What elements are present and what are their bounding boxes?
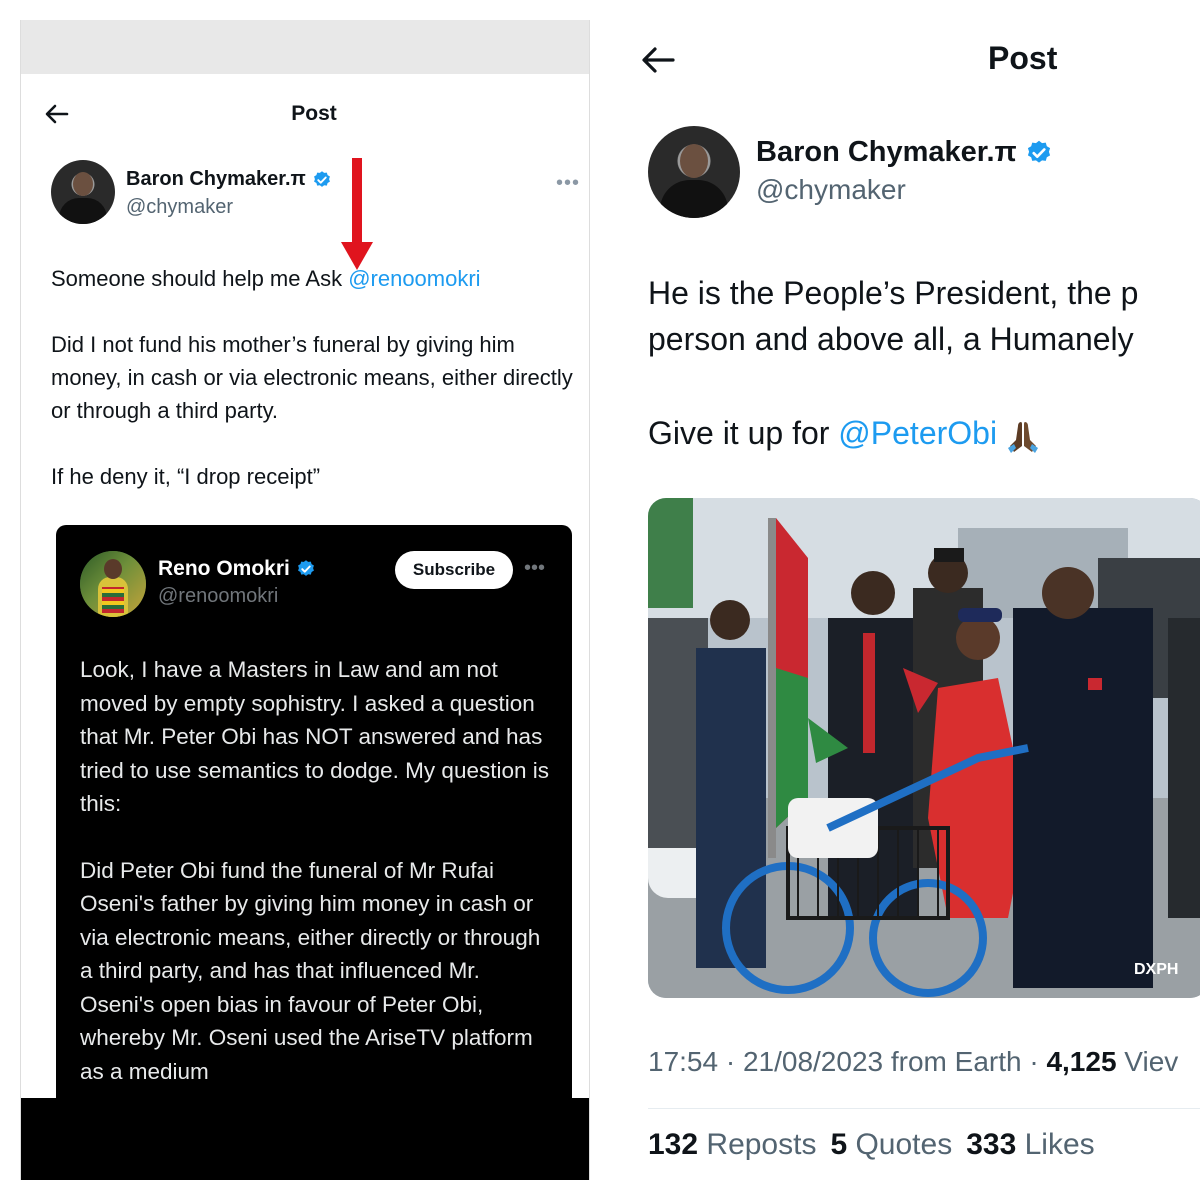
views-count: 4,125 [1046, 1046, 1117, 1077]
folded-hands-emoji-icon [1007, 421, 1038, 453]
avatar[interactable] [51, 160, 115, 224]
quotes-count: 5 [830, 1128, 848, 1161]
tweet-text: Someone should help me Ask @renoomokri D… [51, 262, 576, 526]
subscribe-button: Subscribe [395, 551, 513, 589]
bottom-black-bar [21, 1098, 589, 1180]
views-label: Viev [1116, 1046, 1179, 1077]
right-screenshot-panel: Post Baron Chymaker.π @chymaker He is th… [610, 0, 1200, 1200]
quoted-tweet-screenshot: Reno Omokri @renoomokri Subscribe ••• Lo… [56, 525, 572, 1165]
page-title: Post [291, 102, 337, 125]
page-title: Post [988, 40, 1058, 76]
reposts-stat[interactable]: 132 Reposts [648, 1128, 816, 1161]
author-name[interactable]: Baron Chymaker.π [756, 136, 1053, 169]
more-options-icon: ••• [524, 557, 546, 579]
tweet-text-line: Someone should help me Ask [51, 266, 349, 291]
mention-link[interactable]: @PeterObi [838, 415, 997, 451]
photo-watermark: DXPH [1134, 961, 1178, 978]
tweet-text-prefix: Give it up for [648, 415, 839, 451]
reposts-count: 132 [648, 1128, 699, 1161]
timestamp: 17:54 · 21/08/2023 from Earth · [648, 1046, 1047, 1077]
reposts-label: Reposts [698, 1128, 817, 1161]
quoted-avatar [80, 551, 146, 617]
verified-badge-icon [1027, 140, 1050, 163]
engagement-stats: 132 Reposts 5 Quotes 333 Likes [648, 1128, 1095, 1162]
tweet-photo[interactable]: DXPH [648, 498, 1200, 998]
tweet-metadata: 17:54 · 21/08/2023 from Earth · 4,125 Vi… [648, 1046, 1178, 1078]
author-name-text: Baron Chymaker.π [756, 136, 1017, 168]
avatar[interactable] [648, 126, 740, 218]
tweet-paragraph: Did I not fund his mother’s funeral by g… [51, 332, 573, 423]
top-bar [21, 20, 589, 74]
tweet-text-line: Give it up for @PeterObi [648, 410, 1040, 456]
quotes-stat[interactable]: 5 Quotes [830, 1128, 952, 1161]
post-header: Post [21, 92, 589, 138]
quoted-paragraph: Did Peter Obi fund the funeral of Mr Ruf… [80, 857, 541, 1084]
quoted-author-name: Reno Omokri [158, 557, 316, 581]
verified-badge-icon [297, 560, 314, 576]
verified-badge-icon [313, 170, 330, 187]
tweet-author[interactable]: Baron Chymaker.π @chymaker ••• [51, 160, 579, 230]
tweet-text-line: person and above all, a Humanely [648, 321, 1134, 357]
quoted-paragraph: Look, I have a Masters in Law and am not… [80, 657, 549, 816]
divider [648, 1108, 1200, 1109]
tweet-text-line: He is the People’s President, the p [648, 275, 1139, 311]
author-handle[interactable]: @chymaker [756, 174, 906, 206]
author-name[interactable]: Baron Chymaker.π [126, 168, 332, 191]
left-screenshot-panel: Post Baron Chymaker.π @chymaker ••• Some… [20, 20, 590, 1180]
quotes-label: Quotes [847, 1128, 953, 1161]
tweet-paragraph: If he deny it, “I drop receipt” [51, 464, 321, 489]
quoted-author-name-text: Reno Omokri [158, 557, 290, 580]
rally-photo-illustration: DXPH [648, 498, 1200, 998]
author-handle[interactable]: @chymaker [126, 196, 233, 219]
likes-count: 333 [966, 1128, 1017, 1161]
likes-label: Likes [1016, 1128, 1095, 1161]
tweet-text: He is the People’s President, the p pers… [648, 270, 1200, 362]
likes-stat[interactable]: 333 Likes [966, 1128, 1094, 1161]
back-arrow-icon[interactable] [640, 44, 676, 76]
quoted-author-handle: @renoomokri [158, 585, 279, 607]
quoted-tweet-text: Look, I have a Masters in Law and am not… [80, 653, 550, 1121]
author-name-text: Baron Chymaker.π [126, 168, 306, 190]
mention-link[interactable]: @renoomokri [348, 266, 480, 291]
red-down-arrow-annotation [341, 158, 373, 270]
more-options-icon[interactable]: ••• [556, 172, 580, 195]
